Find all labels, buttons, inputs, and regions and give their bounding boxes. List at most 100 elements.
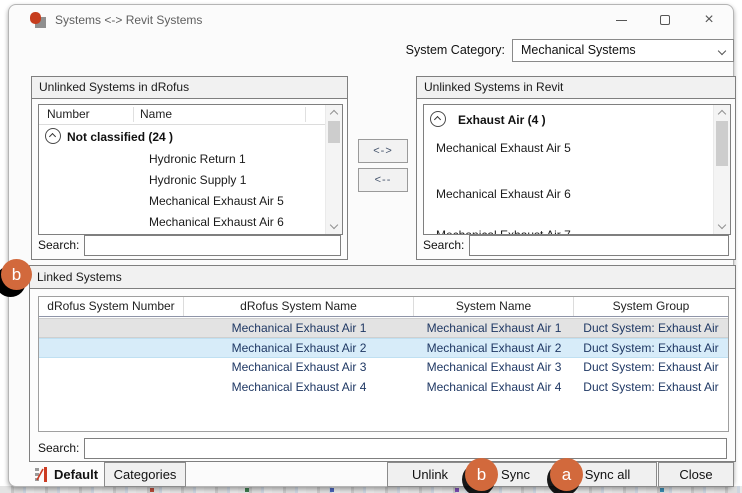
cell-number [39, 339, 184, 359]
scroll-up-button[interactable] [326, 105, 342, 120]
screenshot-root: Systems <-> Revit Systems × System Categ… [0, 0, 742, 493]
cell-system-name: Mechanical Exhaust Air 4 [414, 378, 574, 398]
minimize-button[interactable] [599, 5, 643, 35]
cell-system-name: Mechanical Exhaust Air 2 [414, 339, 574, 359]
default-settings-icon [34, 466, 49, 483]
linked-systems-title: Linked Systems [30, 266, 735, 289]
table-row[interactable]: Mechanical Exhaust Air 4 Mechanical Exha… [39, 378, 728, 398]
minimize-icon [616, 20, 627, 21]
list-item[interactable]: Mechanical Exhaust Air 5 [436, 141, 571, 155]
cell-drofus-name: Mechanical Exhaust Air 2 [184, 339, 414, 359]
window-title: Systems <-> Revit Systems [55, 13, 202, 27]
list-item[interactable]: Mechanical Exhaust Air 6 [149, 215, 284, 229]
drofus-panel: Unlinked Systems in dRofus Number Name N… [31, 76, 348, 260]
group-collapse-toggle[interactable] [45, 128, 61, 144]
scroll-down-button[interactable] [714, 219, 730, 234]
revit-search-input[interactable] [469, 235, 729, 256]
linked-systems-table[interactable]: dRofus System Number dRofus System Name … [38, 296, 729, 432]
close-window-button[interactable]: × [687, 5, 731, 35]
system-category-dropdown[interactable]: Mechanical Systems [512, 39, 734, 62]
chevron-down-icon [330, 221, 338, 229]
revit-list[interactable]: Exhaust Air (4 ) Mechanical Exhaust Air … [423, 104, 731, 235]
maximize-button[interactable] [643, 5, 687, 35]
default-control[interactable]: Default [34, 462, 98, 487]
revit-panel: Unlinked Systems in Revit Exhaust Air (4… [416, 76, 736, 260]
cell-drofus-name: Mechanical Exhaust Air 3 [184, 358, 414, 378]
unlink-button[interactable]: Unlink [387, 462, 473, 487]
column-header[interactable]: dRofus System Number [39, 297, 184, 316]
column-header-name[interactable]: Name [140, 107, 172, 121]
system-category-value: Mechanical Systems [521, 43, 636, 57]
column-separator[interactable] [305, 107, 306, 122]
cell-number [39, 319, 184, 339]
cell-number [39, 358, 184, 378]
linked-systems-panel: Linked Systems dRofus System Number dRof… [29, 265, 736, 462]
chevron-down-icon [718, 47, 726, 55]
categories-button[interactable]: Categories [104, 462, 186, 487]
chevron-up-icon [434, 116, 441, 123]
drofus-list[interactable]: Number Name Not classified (24 ) Hydroni… [38, 104, 343, 235]
list-item[interactable]: Mechanical Exhaust Air 6 [436, 187, 571, 201]
cell-drofus-name: Mechanical Exhaust Air 4 [184, 378, 414, 398]
revit-group-header[interactable]: Exhaust Air (4 ) [458, 113, 546, 127]
search-label: Search: [423, 238, 469, 252]
table-row[interactable]: Mechanical Exhaust Air 3 Mechanical Exha… [39, 358, 728, 378]
scroll-down-button[interactable] [326, 219, 342, 234]
group-collapse-toggle[interactable] [430, 111, 446, 127]
drofus-search-input[interactable] [84, 235, 341, 256]
unlink-transfer-button[interactable]: <-- [358, 168, 408, 192]
scrollbar-thumb[interactable] [716, 121, 728, 166]
drofus-group-header[interactable]: Not classified (24 ) [67, 130, 173, 144]
scroll-up-button[interactable] [714, 105, 730, 120]
noise-speck [330, 488, 334, 492]
systems-revit-dialog: Systems <-> Revit Systems × System Categ… [8, 4, 734, 487]
annotation-badge-b-linked: b [1, 259, 32, 290]
column-header[interactable]: System Group [574, 297, 728, 316]
chevron-down-icon [718, 221, 726, 229]
noise-speck [245, 488, 249, 492]
cell-system-group: Duct System: Exhaust Air [574, 378, 728, 398]
linked-table-header: dRofus System Number dRofus System Name … [39, 297, 728, 317]
cell-number [39, 378, 184, 398]
linked-search-input[interactable] [84, 438, 727, 459]
close-button[interactable]: Close [658, 462, 734, 487]
search-label: Search: [38, 238, 84, 252]
scrollbar[interactable] [325, 105, 342, 234]
chevron-up-icon [330, 110, 338, 118]
cell-drofus-name: Mechanical Exhaust Air 1 [184, 319, 414, 339]
system-category-label: System Category: [393, 43, 505, 57]
scrollbar-thumb[interactable] [328, 121, 340, 143]
scrollbar[interactable] [713, 105, 730, 234]
link-transfer-button[interactable]: <-> [358, 139, 408, 163]
annotation-badge-b-sync: b [465, 458, 498, 491]
noise-speck [150, 488, 154, 492]
list-item[interactable]: Hydronic Supply 1 [149, 173, 246, 187]
list-item[interactable]: Hydronic Return 1 [149, 152, 246, 166]
close-icon: × [704, 12, 713, 28]
table-row[interactable]: Mechanical Exhaust Air 1 Mechanical Exha… [39, 318, 728, 338]
table-row[interactable]: Mechanical Exhaust Air 2 Mechanical Exha… [39, 338, 728, 358]
title-bar[interactable]: Systems <-> Revit Systems × [9, 5, 733, 35]
column-header-number[interactable]: Number [47, 107, 90, 121]
noise-speck [455, 488, 459, 492]
noise-speck [660, 488, 664, 492]
maximize-icon [660, 15, 670, 25]
cell-system-name: Mechanical Exhaust Air 1 [414, 319, 574, 339]
search-label: Search: [38, 441, 84, 455]
column-separator[interactable] [133, 107, 134, 122]
cell-system-group: Duct System: Exhaust Air [574, 358, 728, 378]
column-header[interactable]: System Name [414, 297, 574, 316]
annotation-badge-a-sync-all: a [550, 458, 583, 491]
drofus-app-icon [29, 11, 47, 29]
revit-panel-title: Unlinked Systems in Revit [417, 77, 735, 99]
drofus-panel-title: Unlinked Systems in dRofus [32, 77, 347, 99]
column-header[interactable]: dRofus System Name [184, 297, 414, 316]
list-item[interactable]: Mechanical Exhaust Air 5 [149, 194, 284, 208]
drofus-column-headers: Number Name [39, 105, 325, 125]
cell-system-name: Mechanical Exhaust Air 3 [414, 358, 574, 378]
default-label: Default [54, 467, 98, 482]
background-app-strip [0, 486, 742, 493]
cell-system-group: Duct System: Exhaust Air [574, 339, 728, 359]
chevron-up-icon [49, 133, 56, 140]
cell-system-group: Duct System: Exhaust Air [574, 319, 728, 339]
